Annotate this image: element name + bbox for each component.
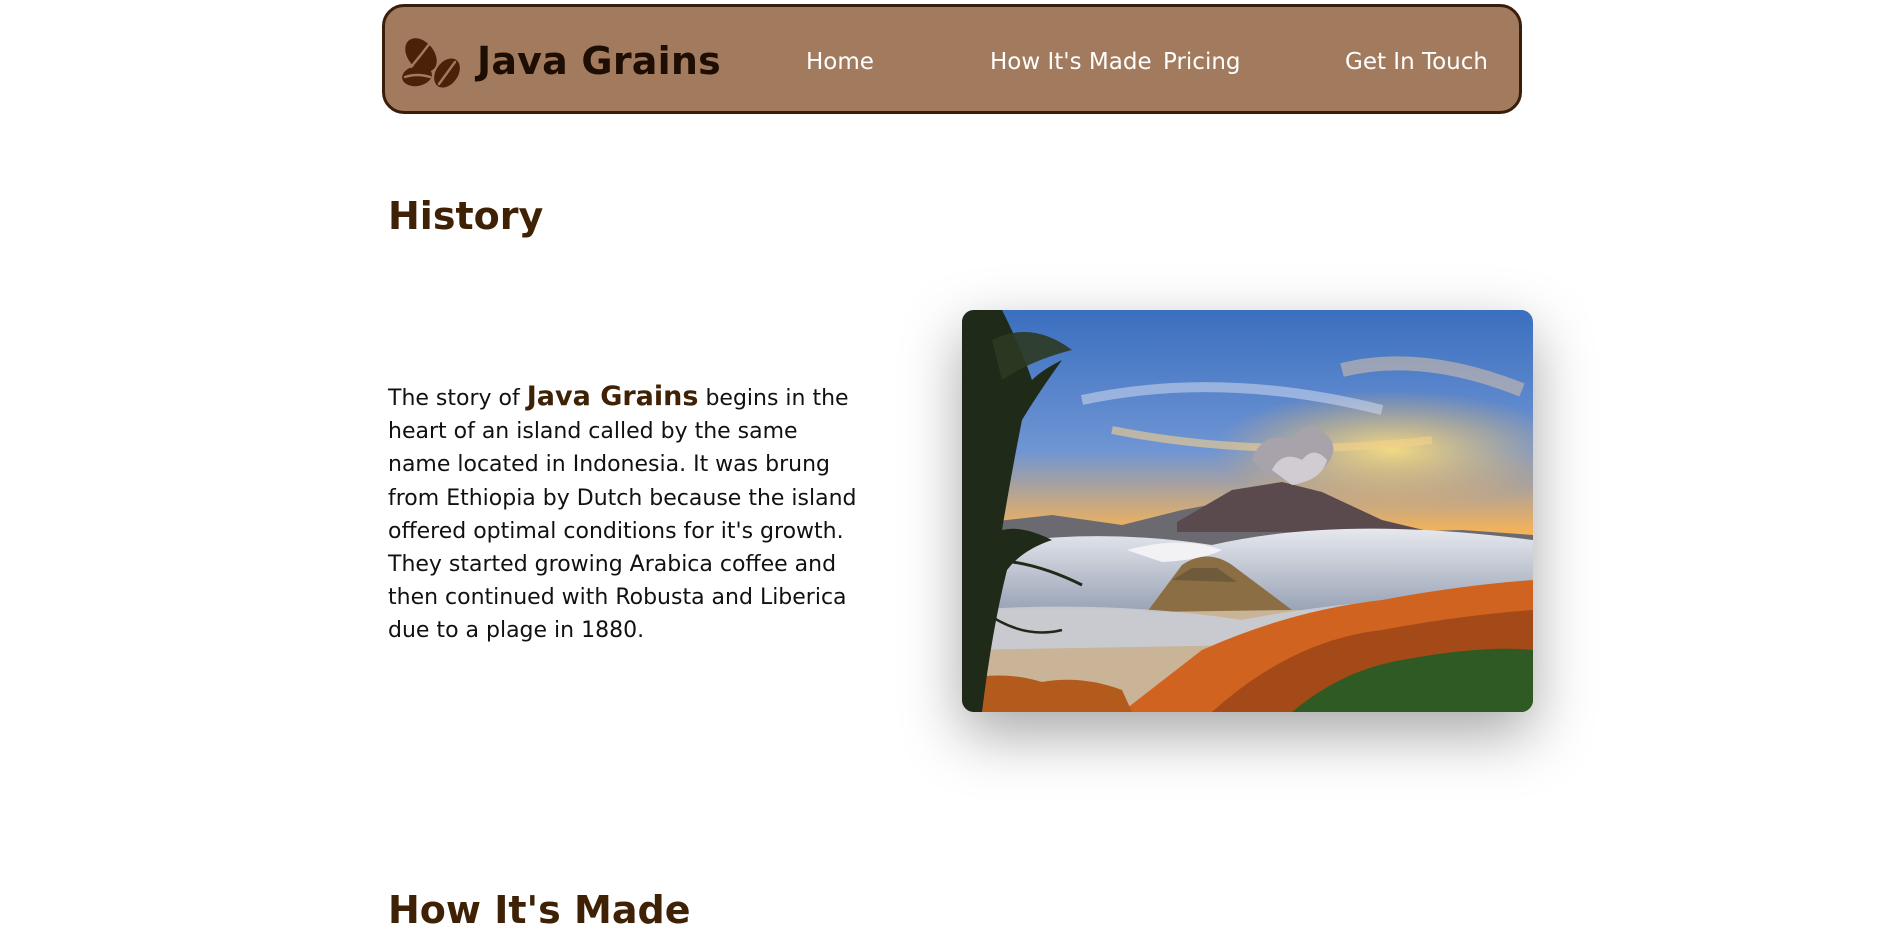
- navbar: Java Grains Home How It's Made Pricing G…: [382, 4, 1522, 114]
- story-body: begins in the heart of an island called …: [388, 386, 857, 644]
- page: Java Grains Home How It's Made Pricing G…: [0, 0, 1901, 929]
- history-story: The story of Java Grains begins in the h…: [388, 380, 858, 648]
- nav-link-how-its-made[interactable]: How It's Made: [990, 49, 1152, 75]
- volcano-landscape-photo: [962, 310, 1533, 712]
- story-brand-name: Java Grains: [526, 381, 699, 412]
- story-intro: The story of: [388, 386, 527, 411]
- how-its-made-heading: How It's Made: [388, 888, 691, 929]
- nav-link-pricing[interactable]: Pricing: [1163, 49, 1241, 75]
- brand-name: Java Grains: [477, 39, 721, 83]
- coffee-beans-icon: [402, 38, 460, 88]
- nav-link-get-in-touch[interactable]: Get In Touch: [1345, 49, 1488, 75]
- nav-link-home[interactable]: Home: [806, 49, 874, 75]
- brand[interactable]: Java Grains: [397, 31, 721, 91]
- history-heading: History: [388, 194, 544, 238]
